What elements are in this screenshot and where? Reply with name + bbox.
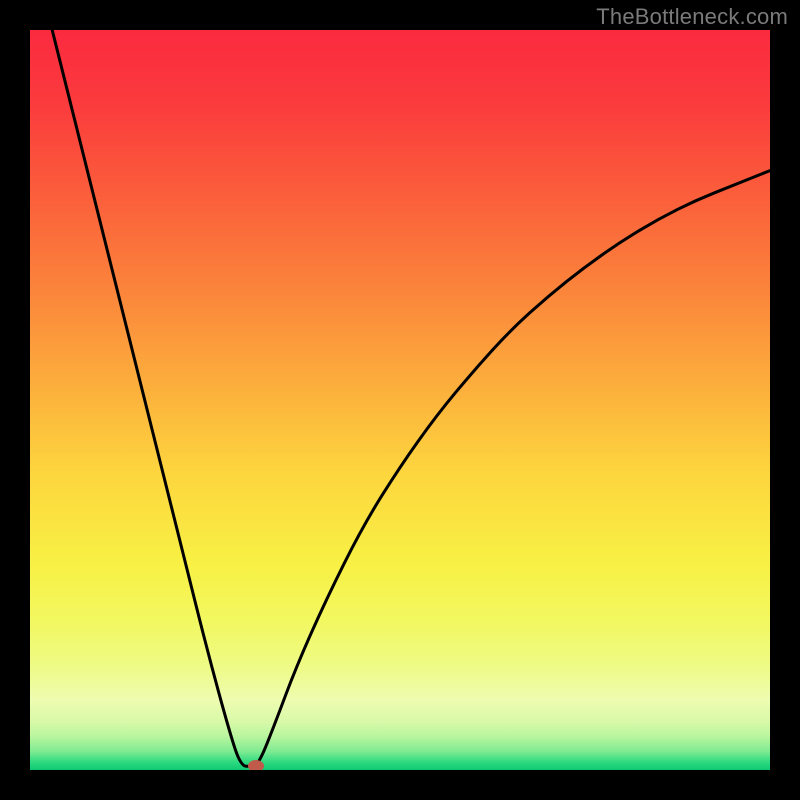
minimum-marker [248, 760, 264, 770]
chart-frame: TheBottleneck.com [0, 0, 800, 800]
plot-area [30, 30, 770, 770]
bottleneck-curve [30, 30, 770, 770]
attribution-text: TheBottleneck.com [596, 4, 788, 30]
